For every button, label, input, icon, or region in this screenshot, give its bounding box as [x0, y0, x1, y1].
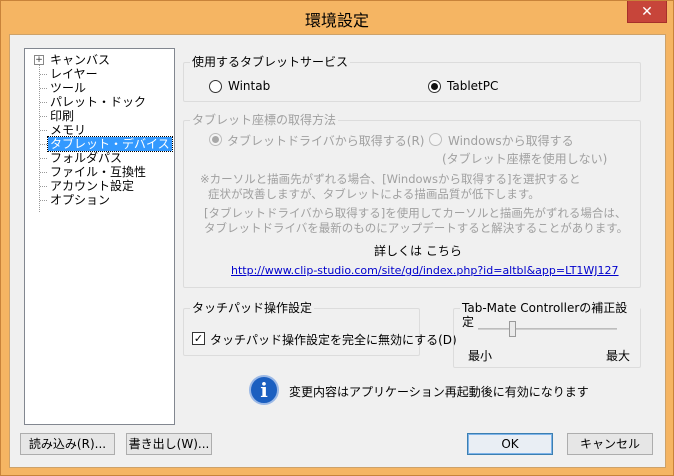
restart-notice: 変更内容はアプリケーション再起動後に有効になります	[289, 385, 589, 399]
note1-line1: ※カーソルと描画先がずれる場合、[Windowsから取得する]を選択すると	[200, 172, 581, 186]
tabletpc-radio[interactable]	[428, 80, 441, 93]
tablet-service-title: 使用するタブレットサービス	[190, 55, 351, 69]
tree-item-folder-path[interactable]: フォルダパス	[25, 151, 174, 165]
coordinates-title: タブレット座標の取得方法	[190, 113, 339, 127]
tree-connector	[40, 144, 47, 145]
touchpad-group: タッチパッド操作設定 ✓ タッチパッド操作設定を完全に無効にする(D)	[183, 301, 457, 356]
windows-radio[interactable]	[429, 133, 442, 146]
support-link[interactable]: http://www.clip-studio.com/site/gd/index…	[231, 264, 619, 277]
min-label: 最小	[468, 349, 493, 363]
tabmate-slider-thumb[interactable]	[508, 321, 516, 337]
export-button[interactable]: 書き出し(W)...	[126, 433, 212, 455]
tabmate-group: Tab-Mate Controllerの補正設定 最小 最大	[453, 301, 641, 368]
disable-touchpad-label[interactable]: タッチパッド操作設定を完全に無効にする(D)	[210, 331, 457, 348]
tree-item-account[interactable]: アカウント設定	[25, 179, 174, 193]
tree-item-tool[interactable]: ツール	[25, 81, 174, 95]
tabmate-title: Tab-Mate Controllerの補正設定	[460, 301, 640, 329]
tree-item-canvas[interactable]: + キャンバス	[25, 53, 174, 67]
tabmate-slider-track[interactable]	[478, 328, 617, 330]
coordinates-group: タブレット座標の取得方法 タブレットドライバから取得する(R) Windowsか…	[183, 113, 641, 288]
settings-window: 環境設定 ✕ + キャンバス レイヤー ツール パレット・ドック 印刷 メモリ …	[0, 0, 674, 476]
tree-item-label: ファイル・互換性	[50, 165, 147, 179]
tree-connector	[40, 172, 47, 173]
ok-button[interactable]: OK	[467, 433, 553, 455]
tabletpc-label[interactable]: TabletPC	[447, 79, 498, 93]
category-tree[interactable]: + キャンバス レイヤー ツール パレット・ドック 印刷 メモリ タブレット・デ…	[24, 48, 175, 425]
tree-item-label: パレット・ドック	[50, 95, 147, 109]
expand-plus-icon[interactable]: +	[34, 55, 44, 65]
tree-item-palette-dock[interactable]: パレット・ドック	[25, 95, 174, 109]
wintab-label[interactable]: Wintab	[228, 79, 270, 93]
window-title: 環境設定	[304, 11, 369, 30]
tablet-service-group: 使用するタブレットサービス Wintab TabletPC	[183, 55, 641, 102]
max-label: 最大	[606, 349, 631, 363]
dialog-client-area: + キャンバス レイヤー ツール パレット・ドック 印刷 メモリ タブレット・デ…	[9, 34, 666, 468]
tree-item-label: 印刷	[50, 109, 75, 123]
tree-connector	[40, 88, 47, 89]
note2-line2: タブレットドライバを最新のものにアップデートすると解決することがあります。	[204, 221, 629, 235]
tree-connector	[40, 116, 47, 117]
tree-item-tablet-device[interactable]: タブレット・デバイス	[25, 136, 174, 152]
driver-radio[interactable]	[209, 133, 222, 146]
tree-connector	[40, 158, 47, 159]
tree-item-label: キャンバス	[50, 53, 111, 67]
tree-connector	[40, 200, 47, 201]
note2-line1: [タブレットドライバから取得する]を使用してカーソルと描画先がずれる場合は、	[204, 206, 627, 220]
info-glyph: i	[260, 378, 268, 402]
disable-touchpad-checkbox[interactable]: ✓	[192, 332, 205, 345]
tree-connector	[40, 102, 47, 103]
info-icon: i	[249, 375, 279, 405]
tree-item-print[interactable]: 印刷	[25, 109, 174, 123]
tree-item-label: オプション	[50, 193, 111, 207]
tree-item-label: フォルダパス	[50, 151, 123, 165]
tree-connector	[40, 130, 47, 131]
load-button[interactable]: 読み込み(R)...	[20, 433, 115, 455]
touchpad-title: タッチパッド操作設定	[190, 301, 315, 315]
check-icon: ✓	[193, 332, 204, 345]
windows-option-label[interactable]: Windowsから取得する	[448, 132, 574, 149]
tree-item-label: タブレット・デバイス	[47, 136, 173, 152]
tree-connector	[40, 186, 47, 187]
tree-item-label: メモリ	[50, 123, 87, 137]
windows-option-sublabel: (タブレット座標を使用しない)	[442, 152, 608, 166]
tree-item-options[interactable]: オプション	[25, 193, 174, 207]
driver-option-label[interactable]: タブレットドライバから取得する(R)	[227, 132, 424, 149]
title-bar[interactable]: 環境設定 ✕	[1, 1, 673, 34]
note1-line2: 症状が改善しますが、タブレットによる描画品質が低下します。	[208, 187, 540, 201]
tree-item-label: レイヤー	[50, 67, 98, 81]
details-label[interactable]: 詳しくは こちら	[374, 242, 462, 259]
tree-item-label: アカウント設定	[50, 179, 135, 193]
tree-item-label: ツール	[50, 81, 87, 95]
close-icon: ✕	[641, 4, 653, 20]
tree-item-file-compat[interactable]: ファイル・互換性	[25, 165, 174, 179]
tree-item-memory[interactable]: メモリ	[25, 123, 174, 137]
wintab-radio[interactable]	[209, 80, 222, 93]
close-button[interactable]: ✕	[627, 1, 667, 23]
tree-item-layer[interactable]: レイヤー	[25, 67, 174, 81]
cancel-button[interactable]: キャンセル	[567, 433, 653, 455]
tree-connector	[40, 74, 47, 75]
